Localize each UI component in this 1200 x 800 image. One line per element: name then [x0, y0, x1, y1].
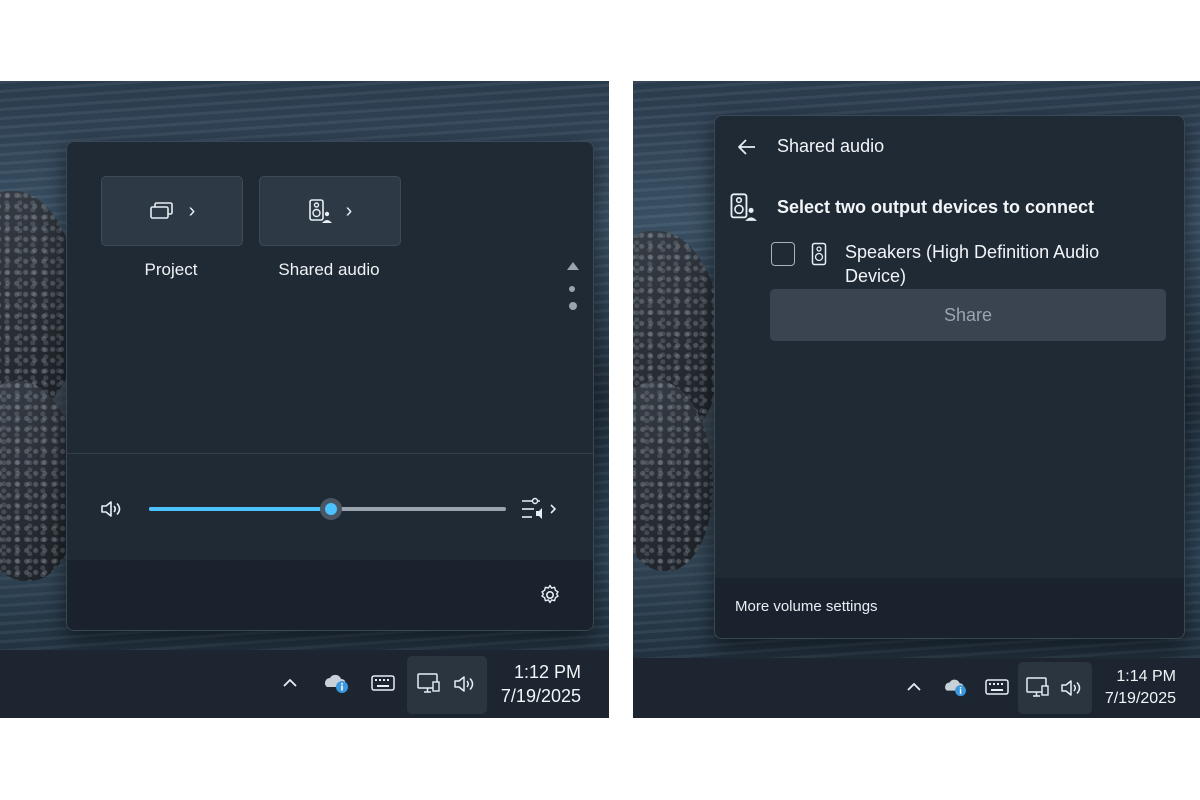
page-title: Shared audio: [777, 136, 885, 156]
volume-slider-fill: [149, 507, 332, 511]
taskbar-clock[interactable]: 1:14 PM 7/19/2025: [1105, 666, 1176, 710]
shared-audio-icon: [308, 199, 332, 223]
section-title: Select two output devices to connect: [777, 197, 1095, 217]
volume-icon: [1061, 680, 1081, 696]
audio-output-mixer-icon[interactable]: [520, 496, 560, 522]
show-hidden-icons-chevron-up-icon[interactable]: [275, 668, 305, 698]
clock-date: 7/19/2025: [500, 686, 581, 706]
page-up-arrow-icon[interactable]: [566, 260, 580, 272]
onedrive-info-icon[interactable]: [941, 672, 971, 702]
device-name: Speakers (High Definition Audio Device): [845, 242, 1100, 286]
taskbar: 1:12 PM 7/19/2025: [0, 650, 609, 718]
flyout-footer: [67, 560, 593, 630]
network-volume-group[interactable]: [1018, 662, 1092, 714]
volume-slider-thumb[interactable]: [320, 498, 343, 520]
page-dot-active[interactable]: [569, 286, 575, 292]
ethernet-icon: [417, 673, 440, 693]
chevron-right-icon: ›: [188, 200, 196, 222]
share-button[interactable]: Share: [770, 289, 1166, 341]
show-hidden-icons-chevron-up-icon[interactable]: [899, 672, 929, 702]
chevron-right-icon: ›: [345, 200, 353, 222]
quick-settings-flyout: › Project › Shared audio: [66, 141, 594, 631]
settings-gear-icon[interactable]: [539, 584, 561, 606]
volume-slider-track[interactable]: [149, 498, 506, 520]
volume-icon[interactable]: [99, 498, 123, 520]
flyout-footer: More volume settings: [715, 578, 1184, 638]
volume-icon: [454, 676, 474, 692]
more-volume-settings-link[interactable]: More volume settings: [735, 598, 878, 615]
taskbar: 1:14 PM 7/19/2025: [633, 658, 1200, 718]
shared-audio-icon: [730, 193, 757, 221]
back-arrow-icon[interactable]: [737, 138, 757, 156]
shared-audio-screenshot: Shared audio Select two output devices t…: [633, 81, 1200, 718]
speaker-icon: [811, 242, 827, 266]
shared-audio-flyout: Shared audio Select two output devices t…: [714, 115, 1185, 639]
tile-label-project: Project: [144, 260, 198, 279]
project-tile[interactable]: ›: [101, 176, 243, 246]
network-volume-group[interactable]: [407, 656, 487, 714]
tile-label-shared-audio: Shared audio: [278, 260, 380, 279]
device-checkbox[interactable]: [771, 242, 795, 266]
taskbar-clock[interactable]: 1:12 PM 7/19/2025: [501, 660, 581, 708]
clock-time: 1:12 PM: [513, 662, 581, 682]
ethernet-icon: [1026, 677, 1049, 697]
divider: [67, 453, 593, 454]
clock-time: 1:14 PM: [1116, 668, 1176, 685]
clock-date: 7/19/2025: [1104, 690, 1176, 707]
shared-audio-tile[interactable]: ›: [259, 176, 401, 246]
project-icon: [149, 202, 173, 219]
touch-keyboard-icon[interactable]: [982, 672, 1012, 702]
touch-keyboard-icon[interactable]: [368, 668, 398, 698]
onedrive-info-icon[interactable]: [322, 668, 352, 698]
page-dot[interactable]: [569, 302, 577, 310]
quick-settings-screenshot: › Project › Shared audio 1:12 PM 7/19/20…: [0, 81, 609, 718]
